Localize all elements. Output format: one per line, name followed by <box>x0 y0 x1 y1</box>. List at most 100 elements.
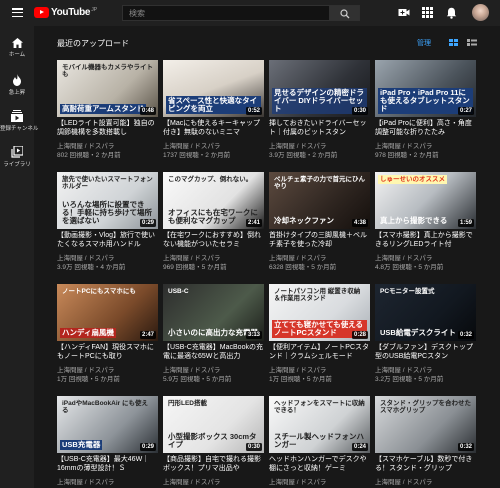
flame-icon <box>13 74 21 86</box>
channel-name[interactable]: 上海問屋 / ドスパラ <box>163 476 220 486</box>
sidebar-item-label: ホーム <box>8 52 26 58</box>
apps-icon[interactable] <box>422 7 433 18</box>
video-thumbnail[interactable]: ノートパソコン用 縦置き収納＆作業用スタンド 立てても寝かせても使えるノートPCス… <box>269 284 370 341</box>
video-thumbnail[interactable]: スタンド・グリップを合わせたスマホグリップ 0:32 <box>375 396 476 453</box>
search-input[interactable] <box>122 5 330 21</box>
manage-link[interactable]: 管理 <box>417 38 431 48</box>
video-title[interactable]: 【USB-C充電器】MacBookの充電に最適な65Wと高出力 <box>163 343 264 361</box>
thumbnail-caption-top: しゅーせいのオススメ <box>378 175 447 185</box>
video-card[interactable]: 旅先で使いたいスマートフォンホルダー いろんな場所に設置できる！手軽に持ち歩けて場… <box>57 172 158 272</box>
grid-view-icon[interactable] <box>449 39 458 46</box>
notifications-icon[interactable] <box>446 7 457 19</box>
video-thumbnail[interactable]: モバイル機器もカメラやライトも 高耐荷重アームスタンド 0:48 <box>57 60 158 117</box>
thumbnail-caption-bottom: 高耐荷重アームスタンド <box>60 104 146 114</box>
thumbnail-caption-top: 円形LED搭載 <box>168 400 207 407</box>
video-title[interactable]: 【Macにも使えるキーキャップ付き】無駄のないミニマ <box>163 119 264 137</box>
search-button[interactable] <box>330 5 360 21</box>
video-title[interactable]: 【商品撮影】自宅で撮れる撮影ボックス！プリマ出品や <box>163 455 264 473</box>
video-card[interactable]: スタンド・グリップを合わせたスマホグリップ 0:32 【スマホケーブル】数秒で付きる… <box>375 396 476 488</box>
logo-country: JP <box>91 6 98 13</box>
duration-badge: 0:29 <box>139 219 156 227</box>
video-card[interactable]: 省スペース性と快適なタイピングを両立 0:52 【Macにも使えるキーキャップ付き】… <box>163 60 264 160</box>
search-box <box>122 5 360 21</box>
create-video-icon[interactable] <box>398 7 410 18</box>
sidebar-item-home[interactable]: ホーム <box>0 38 34 58</box>
video-title[interactable]: 【USB-C充電器】最大46W｜16mmの薄型設計！Ｓ <box>57 455 158 473</box>
channel-name[interactable]: 上海問屋 / ドスパラ <box>375 476 432 486</box>
video-meta: 3.9万 回視聴・4 か月前 <box>57 264 126 271</box>
video-thumbnail[interactable]: このマグカップ、倒れない。 オフィスにも在宅ワークにも便利なマグカップ 2:41 <box>163 172 264 229</box>
video-card[interactable]: モバイル機器もカメラやライトも 高耐荷重アームスタンド 0:48 【LEDライト設置可… <box>57 60 158 160</box>
video-thumbnail[interactable]: ヘッドフォンをスマートに収納できる！ スチール製ヘッドフォンハンガー 0:24 <box>269 396 370 453</box>
video-meta: 4.8万 回視聴・5 か月前 <box>375 264 444 271</box>
video-title[interactable]: ヘッドホンハンガーでデスクや棚にさっと収納！ゲーミ <box>269 455 370 473</box>
menu-icon[interactable] <box>12 8 23 18</box>
video-title[interactable]: 【スマホ撮影】真上から撮影できるリングLEDライト付 <box>375 231 476 249</box>
duration-badge: 0:30 <box>245 443 262 451</box>
video-card[interactable]: このマグカップ、倒れない。 オフィスにも在宅ワークにも便利なマグカップ 2:41 【在… <box>163 172 264 272</box>
video-card[interactable]: PCモニター設置式 USB給電デスクライト 0:32 【ダブルファン】デスクトップ型の… <box>375 284 476 384</box>
thumbnail-caption-top: スタンド・グリップを合わせたスマホグリップ <box>380 400 471 415</box>
video-title[interactable]: 【スマホケーブル】数秒で付きる！スタンド・グリップ <box>375 455 476 473</box>
sidebar-item-subscriptions[interactable]: 登録チャンネル <box>0 110 39 132</box>
thumbnail-caption-bottom: 真上から撮影できる <box>380 216 448 226</box>
video-thumbnail[interactable]: 見せるデザインの精密ドライバー DIYドライバーセット 0:30 <box>269 60 370 117</box>
video-meta: 802 回視聴・2 か月前 <box>57 152 121 159</box>
sidebar-item-trending[interactable]: 急上昇 <box>0 74 34 96</box>
video-title[interactable]: 【在宅ワークにおすすめ】倒れない機能がついたセラミ <box>163 231 264 249</box>
video-title[interactable]: 【iPad Proに便利】高さ・角度調整可能な折りたたみ <box>375 119 476 137</box>
avatar[interactable] <box>472 4 489 21</box>
duration-badge: 3:13 <box>245 331 262 339</box>
video-thumbnail[interactable]: ペルチェ素子の力で首元にひんやり 冷却ネックファン 4:38 <box>269 172 370 229</box>
thumbnail-caption-top: ノートパソコン用 縦置き収納＆作業用スタンド <box>274 288 361 303</box>
video-title[interactable]: 【ダブルファン】デスクトップ型のUSB給電PCスタン <box>375 343 476 361</box>
video-card[interactable]: ノートパソコン用 縦置き収納＆作業用スタンド 立てても寝かせても使えるノートPCス… <box>269 284 370 384</box>
video-title[interactable]: 挿しておきたいドライバーセット｜付属のビットスタン <box>269 119 370 137</box>
duration-badge: 0:32 <box>457 331 474 339</box>
channel-name[interactable]: 上海問屋 / ドスパラ <box>57 476 114 486</box>
video-title[interactable]: 【便利アイテム】ノートPCスタンド｜クラムシェルモード <box>269 343 370 361</box>
subscriptions-icon <box>11 110 23 122</box>
video-title[interactable]: 首掛けタイプの三脚風機＋ベルチ素子を使った冷却 <box>269 231 370 249</box>
video-card[interactable]: USB-C 小さいのに高出力な充電器 3:13 【USB-C充電器】MacBookの充… <box>163 284 264 384</box>
library-icon <box>11 146 23 158</box>
thumbnail-caption-top: 旅先で使いたいスマートフォンホルダー <box>62 176 153 191</box>
list-view-icon[interactable] <box>467 39 477 46</box>
youtube-logo[interactable]: YouTube JP <box>34 7 97 18</box>
video-meta: 1万 回視聴・5 か月前 <box>269 376 332 383</box>
duration-badge: 0:27 <box>457 107 474 115</box>
video-card[interactable]: しゅーせいのオススメ 真上から撮影できる 1:59 【スマホ撮影】真上から撮影できるリ… <box>375 172 476 272</box>
video-thumbnail[interactable]: USB-C 小さいのに高出力な充電器 3:13 <box>163 284 264 341</box>
thumbnail-caption-bottom: USB給電デスクライト <box>380 328 456 338</box>
video-title[interactable]: 【動画撮影・Vlog】旅行で使いたくなるスマホ用ハンドル <box>57 231 158 249</box>
thumbnail-caption-bottom: 冷却ネックファン <box>274 216 334 226</box>
video-card[interactable]: ノートPCにもスマホにも ハンディ扇風機 2:47 【ハンディFAN】現役スマホにもノ… <box>57 284 158 384</box>
thumbnail-caption-top: USB-C <box>168 288 189 295</box>
sidebar-item-label: 登録チャンネル <box>0 126 39 132</box>
video-meta: 5.9万 回視聴・5 か月前 <box>163 376 232 383</box>
video-thumbnail[interactable]: PCモニター設置式 USB給電デスクライト 0:32 <box>375 284 476 341</box>
logo-text: YouTube <box>51 7 91 18</box>
thumbnail-caption-top <box>272 63 276 65</box>
video-thumbnail[interactable]: ノートPCにもスマホにも ハンディ扇風機 2:47 <box>57 284 158 341</box>
video-title[interactable]: 【ハンディFAN】現役スマホにもノートPCにも取り <box>57 343 158 361</box>
video-card[interactable]: iPad Pro・iPad Pro 11にも使えるタブレットスタンド 0:27 【i… <box>375 60 476 160</box>
video-thumbnail[interactable]: 旅先で使いたいスマートフォンホルダー いろんな場所に設置できる！手軽に持ち歩けて場… <box>57 172 158 229</box>
video-thumbnail[interactable]: iPadやMacBookAir にも使える USB充電器 0:29 <box>57 396 158 453</box>
video-thumbnail[interactable]: 省スペース性と快適なタイピングを両立 0:52 <box>163 60 264 117</box>
duration-badge: 0:48 <box>139 107 156 115</box>
video-thumbnail[interactable]: iPad Pro・iPad Pro 11にも使えるタブレットスタンド 0:27 <box>375 60 476 117</box>
video-thumbnail[interactable]: しゅーせいのオススメ 真上から撮影できる 1:59 <box>375 172 476 229</box>
video-title[interactable]: 【LEDライト設置可能】独自の調節機構を多数搭載し <box>57 119 158 137</box>
duration-badge: 0:29 <box>139 443 156 451</box>
video-card[interactable]: 円形LED搭載 小型撮影ボックス 30cmタイプ 0:30 【商品撮影】自宅で撮れる撮… <box>163 396 264 488</box>
video-card[interactable]: iPadやMacBookAir にも使える USB充電器 0:29 【USB-C充電器… <box>57 396 158 488</box>
video-card[interactable]: 見せるデザインの精密ドライバー DIYドライバーセット 0:30 挿しておきたいドラ… <box>269 60 370 160</box>
thumbnail-caption-top <box>378 63 382 65</box>
video-meta: 1万 回視聴・5 か月前 <box>57 376 120 383</box>
video-card[interactable]: ペルチェ素子の力で首元にひんやり 冷却ネックファン 4:38 首掛けタイプの三脚風機＋… <box>269 172 370 272</box>
sidebar-item-library[interactable]: ライブラリ <box>0 146 34 168</box>
video-thumbnail[interactable]: 円形LED搭載 小型撮影ボックス 30cmタイプ 0:30 <box>163 396 264 453</box>
channel-name[interactable]: 上海問屋 / ドスパラ <box>269 476 326 486</box>
video-card[interactable]: ヘッドフォンをスマートに収納できる！ スチール製ヘッドフォンハンガー 0:24 ヘッド… <box>269 396 370 488</box>
